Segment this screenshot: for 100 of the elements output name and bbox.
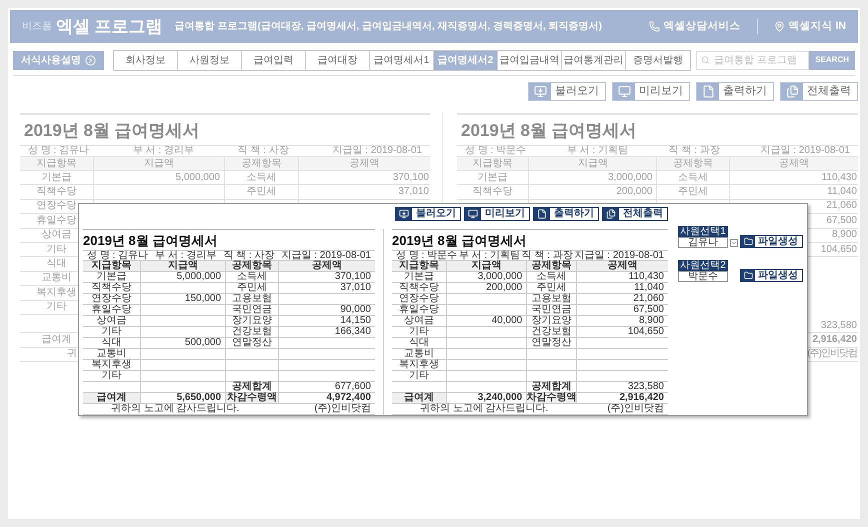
table-cell-text: 8,900 [638, 316, 665, 326]
column-header: 공제액 [607, 261, 638, 271]
table-cell: 연장수당 [36, 201, 76, 212]
table-cell: 건강보험 [527, 327, 577, 337]
table-cell: 장기요양 [527, 316, 577, 326]
table-cell-text: 4,972,400 [325, 393, 372, 403]
nav-tab[interactable]: 급여통계관리 [562, 50, 626, 70]
folder-icon [744, 237, 752, 246]
info-label: 성 명 : 김유나 [87, 250, 148, 260]
table-cell: 8,900 [832, 230, 857, 240]
info-label: 부 서 : 기획팀 [566, 146, 628, 156]
table-cell: 소득세 [678, 172, 708, 183]
table-cell: 5,000,000 [175, 172, 220, 183]
file-icon [702, 85, 714, 98]
slip-title: 2019년 8월 급여명세서 [83, 234, 218, 246]
table-cell: 직책수당 [392, 283, 448, 293]
table-cell: 공제합계 [226, 382, 279, 392]
table-cell: 67,500 [826, 216, 857, 226]
table-cell: 2,916,420 [812, 334, 857, 345]
table-cell: 5,000,000 [141, 272, 226, 282]
monitor-download-icon [399, 209, 409, 219]
toolbar-button[interactable]: 불러오기 [395, 207, 461, 221]
table-cell: 건강보험 [226, 327, 279, 337]
app-subtitle: 급여통합 프로그램(급여대장, 급여명세서, 급여입금내역서, 재직증명서, 경력증명서, 퇴직증명서) [174, 20, 602, 34]
info-label: 부 서 : 기획팀 [458, 250, 520, 260]
toolbar-button[interactable]: 전체출력 [780, 82, 858, 101]
info-label: 부 서 : 경리부 [155, 250, 216, 260]
slip-title: 2019년 8월 급여명세서 [24, 122, 200, 138]
nav-tab[interactable]: 급여입금내역 [498, 50, 562, 70]
toolbar-button[interactable]: 미리보기 [612, 82, 690, 101]
employee-select[interactable]: 박문수 [678, 271, 728, 282]
toolbar-button[interactable]: 미리보기 [464, 207, 530, 221]
table-cell: 37,010 [398, 187, 429, 198]
table-cell-text: 110,430 [628, 272, 665, 282]
toolbar-button[interactable]: 출력하기 [533, 207, 599, 221]
info-label: 지급일 : 2019-08-01 [332, 146, 422, 156]
table-cell: 기타 [46, 302, 66, 312]
search-icon [701, 55, 710, 65]
table-cell: 기본급 [478, 172, 508, 183]
column-header: 지급액 [144, 158, 174, 168]
table-cell: 직책수당 [83, 283, 142, 293]
search-field[interactable]: 급여통합 프로그램 [696, 50, 810, 70]
footer-note: 귀하의 노고에 감사드립니다. [110, 404, 240, 414]
table-cell: 급여계 [392, 393, 448, 403]
info-label: 지급일 : 2019-08-01 [281, 250, 371, 260]
info-label: 성 명 : 박문수 [465, 146, 526, 156]
app-title: 엑셀 프로그램 [56, 16, 163, 38]
table-cell: 교통비 [41, 273, 72, 284]
company-name: (주)인비닷컴 [607, 404, 665, 414]
table-cell: 차감수령액 [226, 393, 279, 403]
info-label: 직 책 : 사장 [223, 250, 274, 260]
table-cell-text: 90,000 [339, 305, 372, 315]
column-header: 공제액 [778, 158, 809, 168]
toolbar-button[interactable]: 전체출력 [602, 207, 668, 221]
table-cell: 기본급 [41, 172, 72, 183]
file-create-button[interactable]: 파일생성 [740, 269, 803, 282]
table-cell: 주민세 [246, 187, 276, 198]
table-cell: 3,000,000 [608, 172, 652, 183]
table-cell-text: 21,060 [632, 294, 665, 304]
table-cell-text: 37,010 [339, 283, 372, 293]
table-cell: 연장수당 [392, 294, 448, 304]
table-cell: 휴일수당 [392, 305, 448, 315]
column-header: 지급액 [578, 158, 608, 168]
monitor-icon [468, 209, 478, 219]
column-header: 공제항목 [232, 261, 272, 271]
table-cell-text: 677,600 [334, 382, 372, 392]
table-cell: 기타 [83, 327, 142, 337]
footer-note: 귀 [66, 349, 77, 360]
table-cell: 소득세 [527, 272, 577, 282]
employee-select[interactable]: 김유나 [678, 237, 728, 248]
table-cell: 연장수당 [83, 294, 142, 304]
toolbar-button[interactable]: 불러오기 [528, 82, 606, 101]
slip-title: 2019년 8월 급여명세서 [461, 122, 637, 138]
table-cell: 기본급 [83, 272, 142, 282]
column-header: 공제항목 [241, 158, 282, 168]
files-icon [606, 209, 616, 219]
table-cell: 40,000 [447, 316, 528, 326]
file-icon [537, 209, 547, 219]
table-cell: 연말정산 [226, 338, 279, 348]
info-label: 성 명 : 박문수 [396, 250, 458, 260]
chevron-right-icon [85, 54, 96, 66]
dropdown-icon[interactable] [730, 239, 738, 247]
table-cell-text: 323,580 [626, 382, 665, 392]
table-cell: 200,000 [447, 283, 528, 293]
table-cell: 500,000 [141, 338, 226, 348]
table-cell: 상여금 [83, 316, 142, 326]
table-cell: 급여계 [83, 393, 142, 403]
table-cell: 식대 [83, 338, 142, 348]
slip-title: 2019년 8월 급여명세서 [392, 234, 526, 246]
table-cell: 기타 [46, 244, 66, 255]
table-cell: 소득세 [226, 272, 279, 282]
table-cell-text: 166,340 [334, 327, 372, 337]
selector-label: 사원선택1 [678, 226, 728, 237]
file-create-button[interactable]: 파일생성 [740, 235, 803, 248]
column-header: 지급액 [168, 261, 198, 271]
table-cell: 직책수당 [36, 187, 76, 198]
column-header: 지급항목 [472, 158, 513, 168]
toolbar-button[interactable]: 출력하기 [696, 82, 774, 101]
table-cell: 주민세 [226, 283, 279, 293]
table-cell-text: 2,916,420 [618, 393, 665, 403]
